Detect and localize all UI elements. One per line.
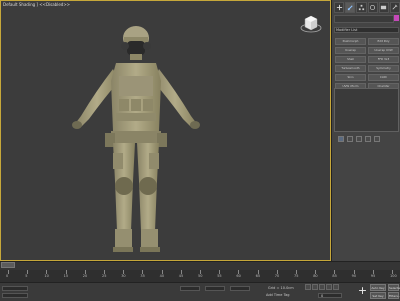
viewcube-icon[interactable] <box>299 11 323 35</box>
timeline-tick-label: 35 <box>140 274 145 278</box>
modifier-button[interactable]: Unwrap <box>335 47 366 54</box>
previous-frame-icon[interactable] <box>312 284 318 290</box>
timeline-tick-label: 85 <box>332 274 337 278</box>
modifier-stack[interactable] <box>334 88 399 132</box>
object-color-swatch[interactable] <box>394 15 399 21</box>
utilities-tab[interactable] <box>389 2 400 13</box>
current-frame-value: 0 <box>321 294 324 298</box>
selected-dropdown[interactable]: Selected <box>388 284 400 291</box>
track-bar[interactable]: 0 5 10 15 20 25 30 35 40 45 50 55 60 65 70 75 80 85 90 95 10… <box>0 270 400 282</box>
modifier-button[interactable]: Edit Poly <box>368 38 399 45</box>
remove-modifier-icon[interactable] <box>365 136 371 142</box>
modifier-button[interactable]: Cloth <box>368 74 399 81</box>
show-end-result-icon[interactable] <box>347 136 353 142</box>
timeline-tick-label: 40 <box>159 274 165 278</box>
pin-stack-icon[interactable] <box>338 136 344 142</box>
hierarchy-tab[interactable] <box>356 2 367 13</box>
timeline-tick-label: 55 <box>217 274 222 278</box>
stack-tools <box>338 136 380 142</box>
timeline-tick-label: 25 <box>102 274 107 278</box>
add-time-tag[interactable]: Add Time Tag <box>266 293 290 297</box>
modifier-button[interactable]: Turbosmooth <box>335 65 366 72</box>
play-icon[interactable] <box>319 284 325 290</box>
time-slider-handle[interactable] <box>1 262 15 268</box>
modify-icon <box>347 5 353 11</box>
motion-icon <box>370 4 376 11</box>
z-coordinate-field[interactable] <box>230 286 250 291</box>
motion-tab[interactable] <box>367 2 378 13</box>
plus-icon <box>336 4 342 11</box>
configure-sets-icon[interactable] <box>374 136 380 142</box>
timeline-tick-label: 5 <box>25 274 28 278</box>
y-coordinate-field[interactable] <box>205 286 225 291</box>
filters-button[interactable]: Filters... <box>388 292 400 299</box>
timeline-tick-label: 10 <box>44 274 49 278</box>
timeline-tick-label: 0 <box>6 274 9 278</box>
modify-tab[interactable] <box>345 2 356 13</box>
utilities-icon <box>392 4 398 10</box>
playback-controls <box>305 284 339 290</box>
go-to-end-icon[interactable] <box>333 284 339 290</box>
hierarchy-icon <box>358 4 365 11</box>
viewport-label[interactable]: Default Shading ] <<Disabled>> <box>3 2 70 7</box>
modifier-list-dropdown[interactable]: Modifier List <box>334 27 399 33</box>
timeline-tick-label: 70 <box>274 274 280 278</box>
set-key-button[interactable]: Set Key <box>370 292 386 299</box>
modifier-button[interactable]: Unwrap UVW <box>368 47 399 54</box>
display-tab[interactable] <box>378 2 389 13</box>
timeline-tick-label: 80 <box>313 274 318 278</box>
next-frame-icon[interactable] <box>326 284 332 290</box>
soldier-model[interactable] <box>61 21 211 256</box>
modifier-button[interactable]: Symmetry <box>368 65 399 72</box>
modifier-button[interactable]: Shell <box>335 56 366 63</box>
timeline-tick-label: 20 <box>82 274 88 278</box>
timeline-tick-label: 30 <box>121 274 126 278</box>
command-panel-tabs <box>334 2 400 13</box>
make-unique-icon[interactable] <box>356 136 362 142</box>
modifier-button[interactable]: Skin <box>335 74 366 81</box>
modifier-buttons: Pushmorph Edit Poly Unwrap Unwrap UVW Sh… <box>335 38 399 90</box>
modifier-button[interactable]: Pushmorph <box>335 38 366 45</box>
maxscript-listener[interactable] <box>2 286 28 291</box>
timeline-tick-label: 65 <box>255 274 261 278</box>
object-name-field[interactable] <box>334 15 394 23</box>
command-panel: Modifier List Pushmorph Edit Poly Unwrap… <box>331 0 400 261</box>
create-tab[interactable] <box>334 2 345 13</box>
timeline-tick-label: 60 <box>236 274 241 278</box>
timeline-tick-label: 100 <box>390 274 397 278</box>
key-mode-icon[interactable]: + <box>357 285 368 296</box>
display-icon <box>381 5 387 10</box>
perspective-viewport[interactable]: Default Shading ] <<Disabled>> <box>0 0 331 261</box>
current-frame-field[interactable]: 0 <box>318 293 342 298</box>
timeline-tick-label: 75 <box>294 274 299 278</box>
timeline-tick-label: 95 <box>370 274 376 278</box>
timeline-tick-label: 90 <box>351 274 357 278</box>
timeline-tick-label: 45 <box>178 274 184 278</box>
timeline-tick-label: 15 <box>63 274 69 278</box>
grid-size-label: Grid = 10.0cm <box>268 286 294 290</box>
modifier-button[interactable]: FFD 3x3 <box>368 56 399 63</box>
prompt-line <box>2 293 28 298</box>
status-bar: Grid = 10.0cm Add Time Tag Auto Key Set … <box>0 282 400 301</box>
auto-key-button[interactable]: Auto Key <box>370 284 386 291</box>
x-coordinate-field[interactable] <box>180 286 200 291</box>
timeline-tick-label: 50 <box>198 274 203 278</box>
go-to-start-icon[interactable] <box>305 284 311 290</box>
